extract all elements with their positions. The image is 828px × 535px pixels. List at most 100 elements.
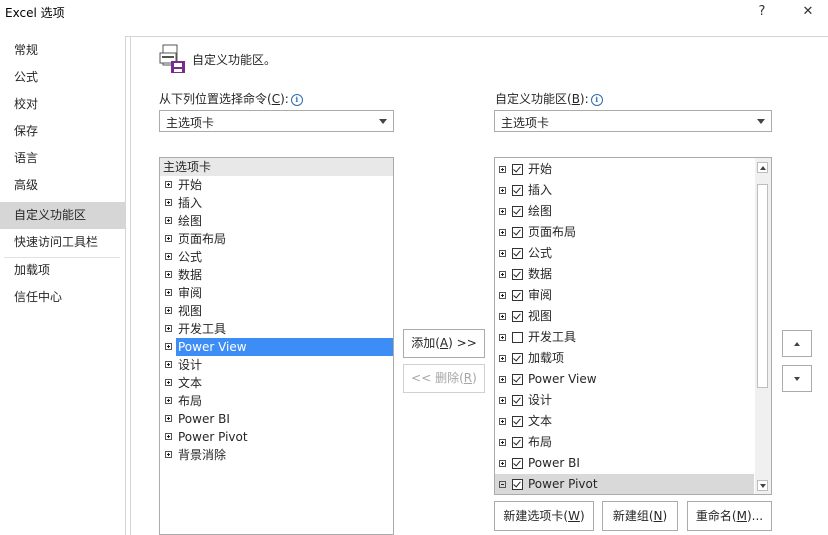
expand-icon[interactable]: [165, 325, 172, 332]
scroll-thumb[interactable]: [757, 184, 768, 388]
expand-icon[interactable]: [165, 235, 172, 242]
expand-icon[interactable]: [499, 187, 506, 194]
expand-icon[interactable]: [165, 217, 172, 224]
tree-item[interactable]: 审阅: [495, 285, 754, 306]
tab-checkbox[interactable]: [512, 227, 523, 238]
expand-icon[interactable]: [165, 343, 172, 350]
sidebar-item[interactable]: 语言: [0, 145, 125, 172]
expand-icon[interactable]: [499, 208, 506, 215]
tree-item[interactable]: 开发工具: [495, 327, 754, 348]
tree-item[interactable]: 文本: [495, 411, 754, 432]
tab-checkbox[interactable]: [512, 416, 523, 427]
expand-icon[interactable]: [165, 289, 172, 296]
tab-checkbox[interactable]: [512, 458, 523, 469]
expand-icon[interactable]: [499, 355, 506, 362]
expand-icon[interactable]: [165, 271, 172, 278]
tab-checkbox[interactable]: [512, 332, 523, 343]
tree-item[interactable]: Power Pivot: [495, 474, 754, 494]
expand-icon[interactable]: [499, 229, 506, 236]
list-item[interactable]: 设计: [160, 356, 393, 374]
list-item[interactable]: 公式: [160, 248, 393, 266]
sidebar-item[interactable]: 加载项: [0, 257, 125, 284]
sidebar-item[interactable]: 公式: [0, 64, 125, 91]
expand-icon[interactable]: [165, 451, 172, 458]
expand-icon[interactable]: [165, 253, 172, 260]
list-item[interactable]: 插入: [160, 194, 393, 212]
new-tab-button[interactable]: 新建选项卡(W): [494, 501, 594, 531]
list-item[interactable]: 开始: [160, 176, 393, 194]
sidebar-item[interactable]: 自定义功能区: [0, 202, 125, 229]
ribbon-tabs-tree[interactable]: 开始 插入 绘图 页面布局 公式 数据 审阅 视图 开发工具 加载项 Power View 设计 文本布…: [494, 157, 772, 495]
expand-icon[interactable]: [499, 271, 506, 278]
expand-icon[interactable]: [499, 313, 506, 320]
scroll-down-arrow[interactable]: [757, 480, 768, 491]
rename-button[interactable]: 重命名(M)...: [687, 501, 772, 531]
commands-list[interactable]: 主选项卡 开始 插入 绘图 页面布局 公式 数据 审阅 视图 开发工具 Power View 设计文…: [159, 157, 394, 535]
expand-icon[interactable]: [165, 433, 172, 440]
tree-item[interactable]: 视图: [495, 306, 754, 327]
tab-checkbox[interactable]: [512, 164, 523, 175]
tree-item[interactable]: 开始: [495, 159, 754, 180]
expand-icon[interactable]: [165, 361, 172, 368]
new-group-button[interactable]: 新建组(N): [602, 501, 678, 531]
expand-icon[interactable]: [165, 181, 172, 188]
move-down-button[interactable]: [782, 365, 812, 392]
sidebar-item[interactable]: 保存: [0, 118, 125, 145]
expand-icon[interactable]: [165, 397, 172, 404]
sidebar-item[interactable]: 高级: [0, 172, 125, 199]
list-item[interactable]: Power BI: [160, 410, 393, 428]
tree-item[interactable]: 页面布局: [495, 222, 754, 243]
list-item[interactable]: Power Pivot: [160, 428, 393, 446]
scroll-up-arrow[interactable]: [757, 162, 768, 173]
choose-commands-dropdown[interactable]: 主选项卡: [159, 110, 394, 132]
tab-checkbox[interactable]: [512, 248, 523, 259]
tree-item[interactable]: 设计: [495, 390, 754, 411]
tree-item[interactable]: 插入: [495, 180, 754, 201]
list-item[interactable]: 开发工具: [160, 320, 393, 338]
tab-checkbox[interactable]: [512, 395, 523, 406]
list-item[interactable]: 页面布局: [160, 230, 393, 248]
expand-icon[interactable]: [499, 376, 506, 383]
customize-ribbon-dropdown[interactable]: 主选项卡: [494, 110, 772, 132]
list-item[interactable]: 审阅: [160, 284, 393, 302]
tab-checkbox[interactable]: [512, 206, 523, 217]
expand-icon[interactable]: [165, 415, 172, 422]
add-button[interactable]: 添加(A) >>: [403, 329, 485, 358]
expand-icon[interactable]: [499, 334, 506, 341]
list-item[interactable]: 数据: [160, 266, 393, 284]
sidebar-item[interactable]: 校对: [0, 91, 125, 118]
expand-icon[interactable]: [499, 250, 506, 257]
sidebar-item[interactable]: 快速访问工具栏: [0, 229, 125, 256]
list-item[interactable]: Power View: [160, 338, 393, 356]
expand-icon[interactable]: [165, 307, 172, 314]
collapse-icon[interactable]: [499, 481, 506, 488]
tab-checkbox[interactable]: [512, 353, 523, 364]
expand-icon[interactable]: [499, 439, 506, 446]
tree-item[interactable]: 绘图: [495, 201, 754, 222]
tree-item[interactable]: 数据: [495, 264, 754, 285]
sidebar-item[interactable]: 信任中心: [0, 284, 125, 311]
expand-icon[interactable]: [499, 460, 506, 467]
help-button[interactable]: ?: [751, 2, 773, 22]
move-up-button[interactable]: [782, 330, 812, 357]
sidebar-item[interactable]: 常规: [0, 37, 125, 64]
list-item[interactable]: 文本: [160, 374, 393, 392]
tab-checkbox[interactable]: [512, 290, 523, 301]
tab-checkbox[interactable]: [512, 311, 523, 322]
tree-scrollbar[interactable]: [755, 158, 771, 494]
expand-icon[interactable]: [499, 292, 506, 299]
expand-icon[interactable]: [165, 379, 172, 386]
tree-item[interactable]: Power View: [495, 369, 754, 390]
list-item[interactable]: 视图: [160, 302, 393, 320]
list-item[interactable]: 背景消除: [160, 446, 393, 464]
tab-checkbox[interactable]: [512, 374, 523, 385]
tab-checkbox[interactable]: [512, 437, 523, 448]
expand-icon[interactable]: [499, 418, 506, 425]
expand-icon[interactable]: [165, 199, 172, 206]
tree-item[interactable]: Power BI: [495, 453, 754, 474]
tab-checkbox[interactable]: [512, 185, 523, 196]
expand-icon[interactable]: [499, 166, 506, 173]
tree-item[interactable]: 加载项: [495, 348, 754, 369]
tree-item[interactable]: 布局: [495, 432, 754, 453]
expand-icon[interactable]: [499, 397, 506, 404]
